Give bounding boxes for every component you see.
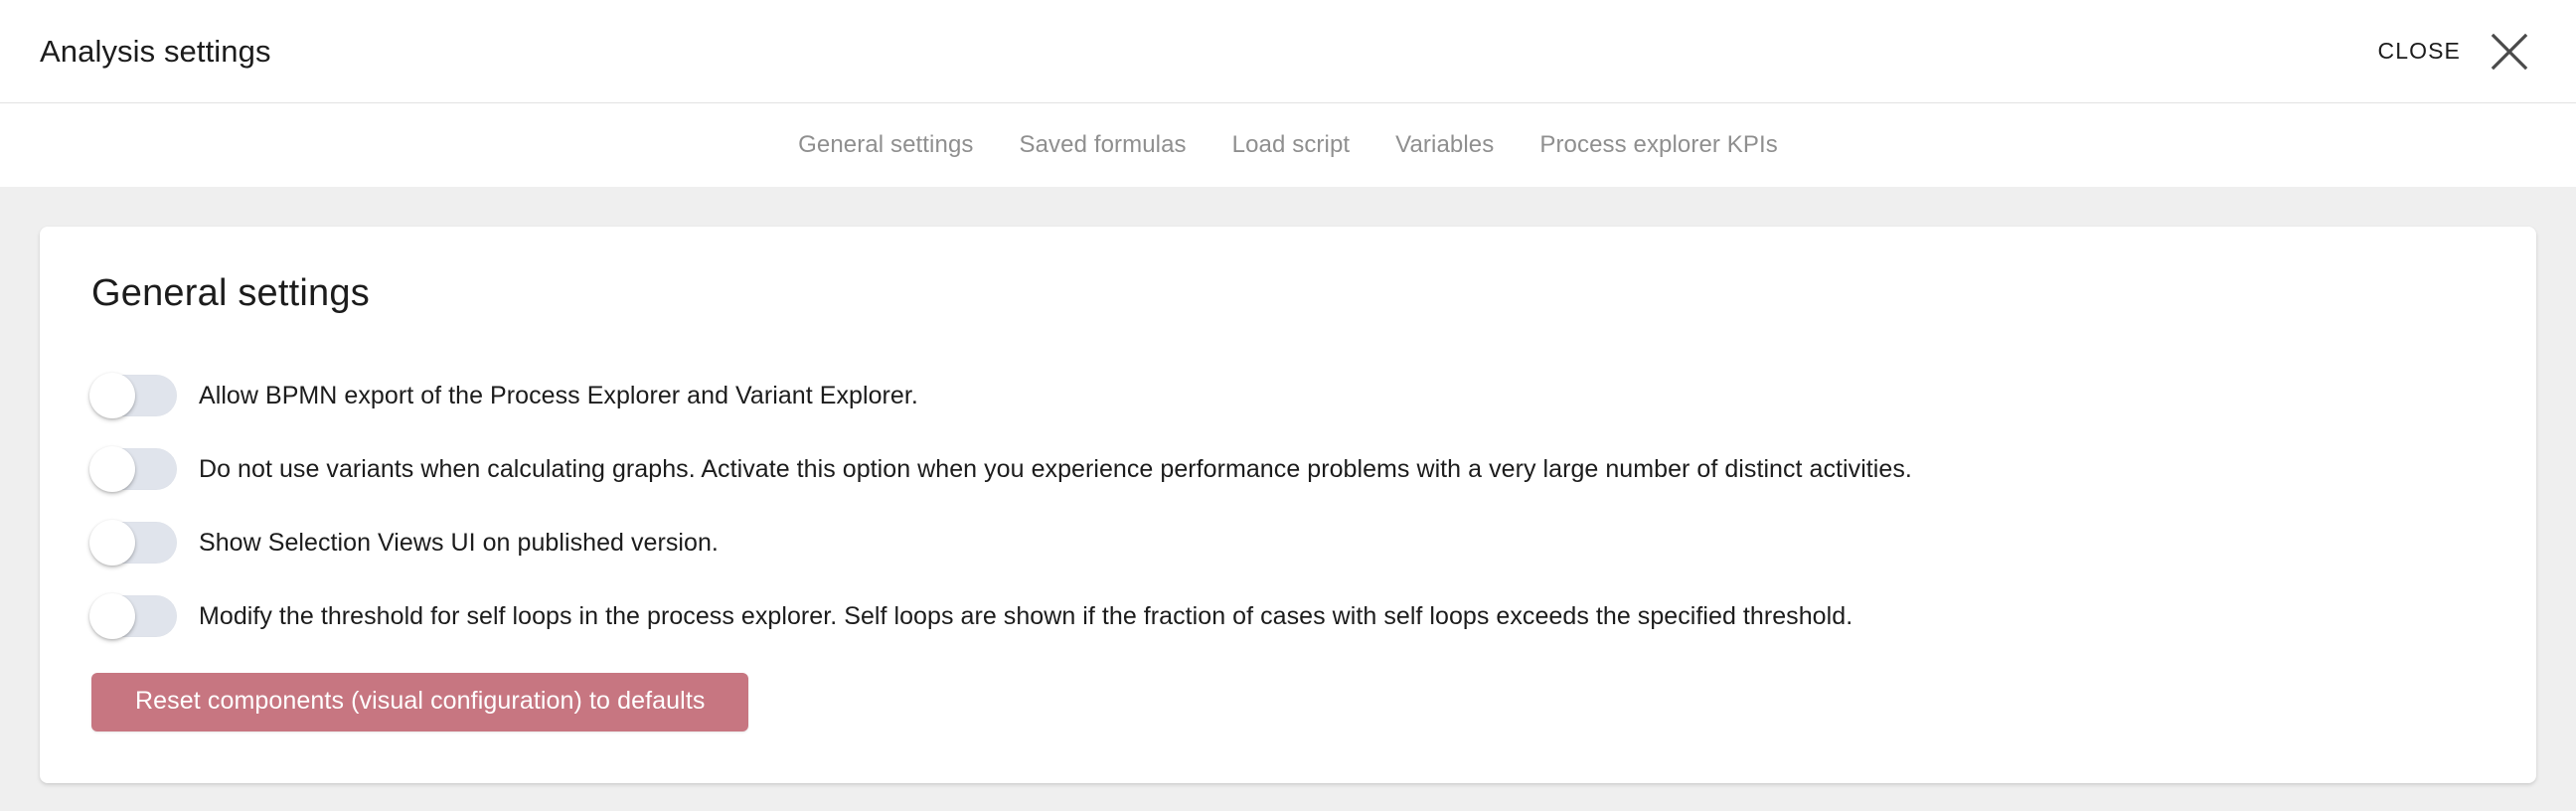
settings-tabbar: General settings Saved formulas Load scr… [0,103,2576,187]
reset-row: Reset components (visual configuration) … [91,673,2485,731]
tab-general-settings[interactable]: General settings [775,133,996,157]
toggle-allow-bpmn-export[interactable] [89,373,177,418]
toggle-knob [89,520,135,566]
setting-row: Modify the threshold for self loops in t… [89,579,2485,653]
toggle-modify-self-loop-threshold[interactable] [89,593,177,639]
tab-variables[interactable]: Variables [1372,133,1517,157]
toggle-knob [89,446,135,492]
toggle-show-selection-views-ui[interactable] [89,520,177,566]
page-title: Analysis settings [40,33,271,69]
tab-process-explorer-kpis[interactable]: Process explorer KPIs [1517,133,1801,157]
reset-components-button[interactable]: Reset components (visual configuration) … [91,673,749,731]
general-settings-card: General settings Allow BPMN export of th… [40,227,2536,783]
setting-row: Show Selection Views UI on published ver… [89,506,2485,579]
content-area: General settings Allow BPMN export of th… [0,187,2576,783]
setting-label: Do not use variants when calculating gra… [199,454,1912,483]
setting-row: Do not use variants when calculating gra… [89,432,2485,506]
close-button-label: CLOSE [2377,38,2461,64]
close-button[interactable]: CLOSE [2378,31,2530,73]
tab-saved-formulas[interactable]: Saved formulas [997,133,1209,157]
setting-label: Show Selection Views UI on published ver… [199,528,719,557]
toggle-knob [89,373,135,418]
setting-row: Allow BPMN export of the Process Explore… [89,359,2485,432]
card-title: General settings [91,272,370,314]
setting-label: Allow BPMN export of the Process Explore… [199,381,918,409]
close-x-icon[interactable] [2489,31,2530,73]
toggle-do-not-use-variants[interactable] [89,446,177,492]
dialog-header: Analysis settings CLOSE [0,0,2576,103]
toggle-knob [89,593,135,639]
settings-list: Allow BPMN export of the Process Explore… [89,359,2485,653]
tab-load-script[interactable]: Load script [1209,133,1373,157]
setting-label: Modify the threshold for self loops in t… [199,601,1853,630]
